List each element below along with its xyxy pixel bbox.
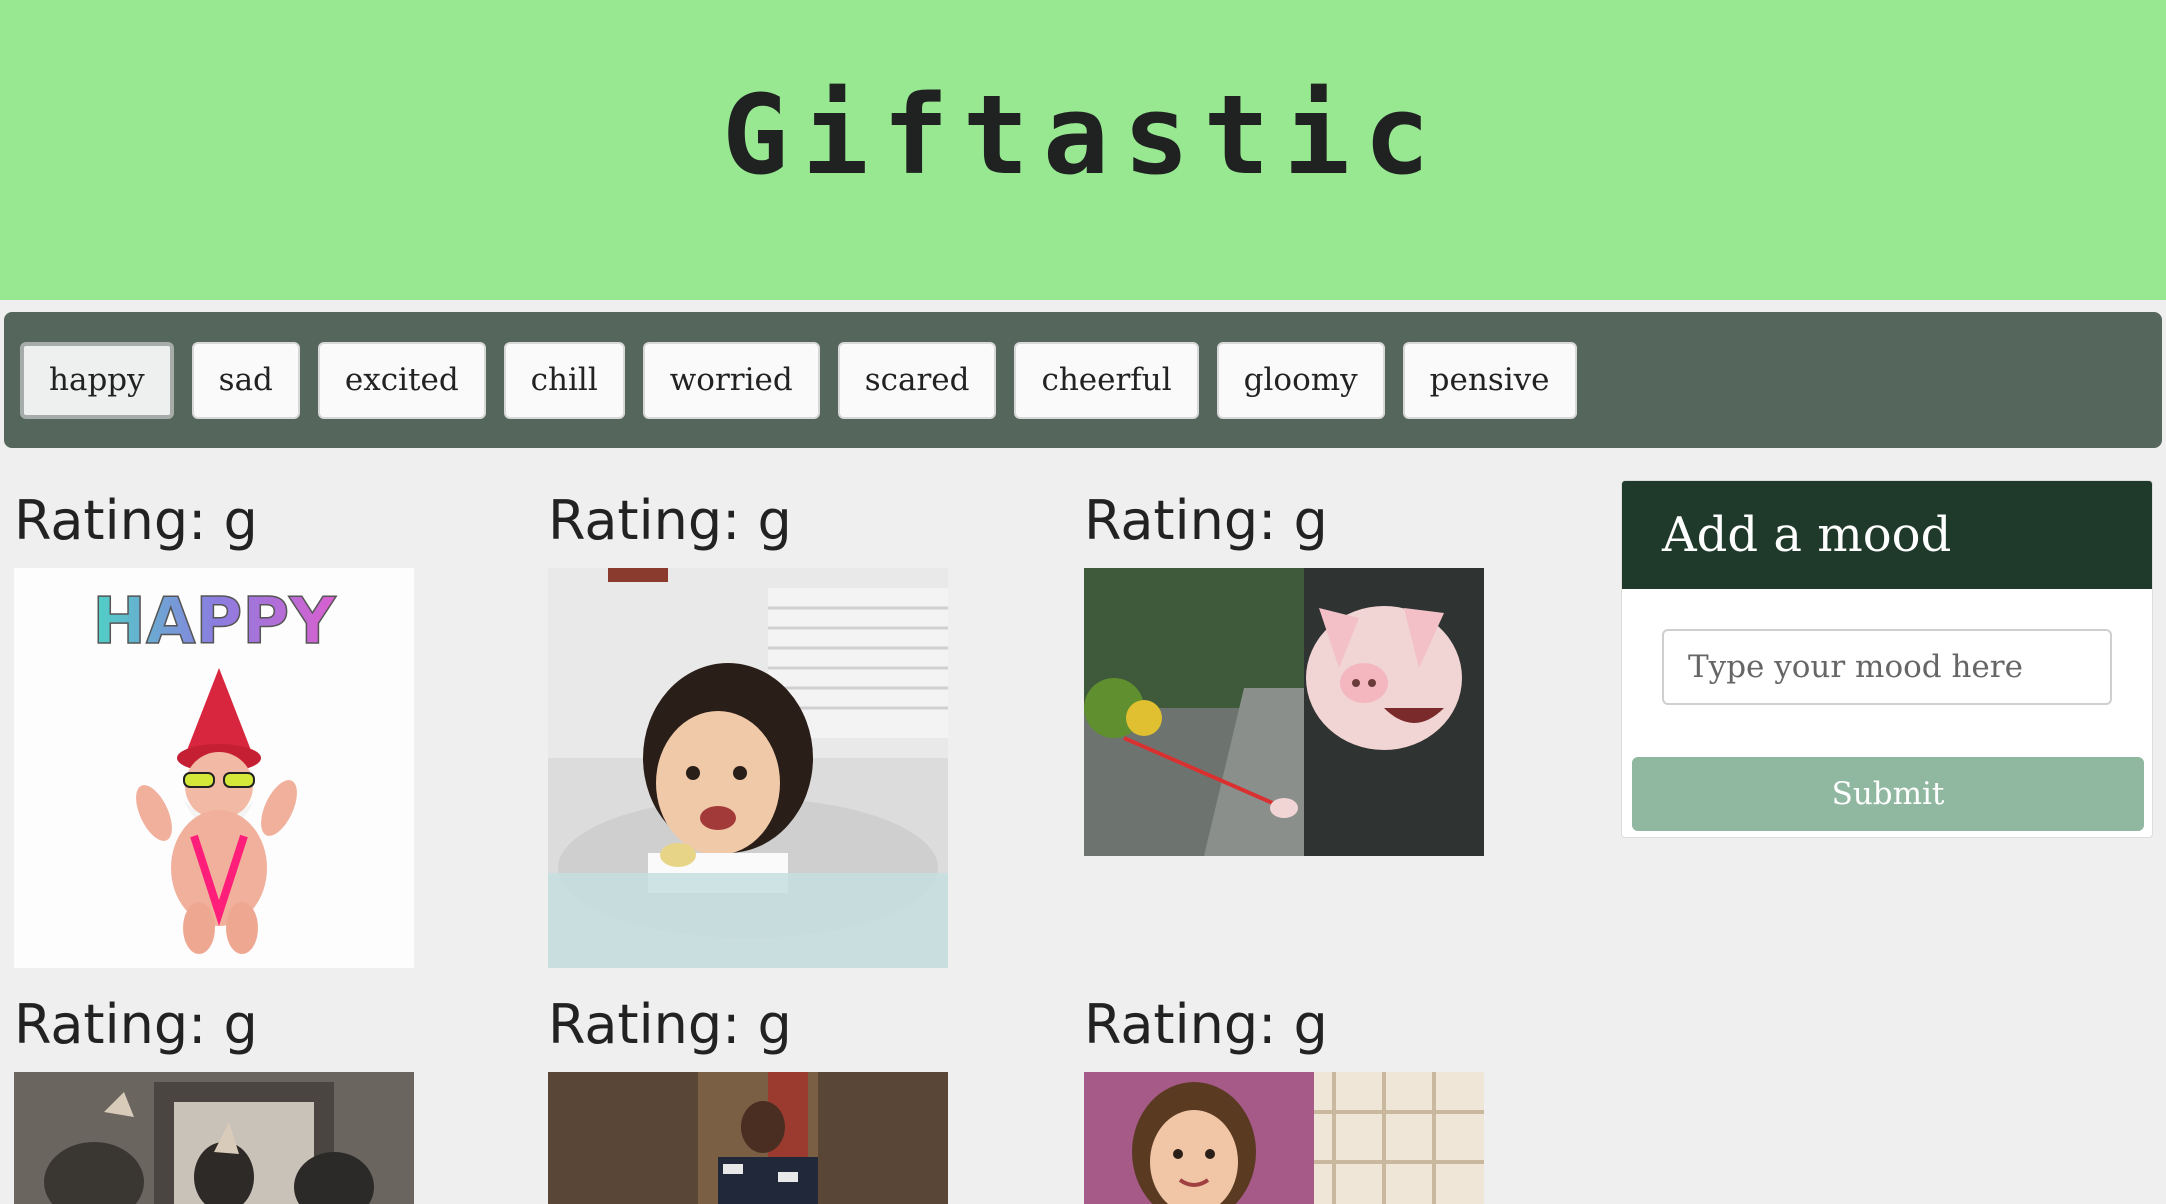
mood-button-scared[interactable]: scared xyxy=(837,341,997,419)
site-header: Giftastic xyxy=(0,0,2166,300)
gif-image-cheering-crowd[interactable] xyxy=(14,1072,414,1204)
mood-button-happy[interactable]: happy xyxy=(20,341,174,419)
mood-button-sad[interactable]: sad xyxy=(191,341,300,419)
gif-image-dancing-gnome[interactable]: HAPPY xyxy=(14,568,414,968)
mood-button-cheerful[interactable]: cheerful xyxy=(1014,341,1199,419)
gif-card: Rating: g xyxy=(14,993,434,1204)
submit-button[interactable]: Submit xyxy=(1632,757,2144,831)
mood-button-pensive[interactable]: pensive xyxy=(1402,341,1577,419)
gif-image-man-dancing[interactable] xyxy=(548,1072,948,1204)
gif-image-little-girl[interactable] xyxy=(1084,1072,1484,1204)
gif-card: Rating: g HAPPY xyxy=(14,489,434,968)
gif-caption: HAPPY xyxy=(92,585,336,659)
gif-card: Rating: g xyxy=(548,993,968,1204)
add-mood-panel: Add a mood Submit xyxy=(1621,480,2153,838)
gif-rating: Rating: g xyxy=(548,993,792,1056)
gif-card: Rating: g xyxy=(1084,993,1504,1204)
gif-rating: Rating: g xyxy=(14,489,258,552)
site-title: Giftastic xyxy=(721,71,1445,199)
gif-image-pig-out-car-window[interactable] xyxy=(1084,568,1484,856)
mood-button-worried[interactable]: worried xyxy=(642,341,820,419)
mood-button-chill[interactable]: chill xyxy=(503,341,625,419)
gif-rating: Rating: g xyxy=(548,489,792,552)
gif-rating: Rating: g xyxy=(1084,993,1328,1056)
gif-card: Rating: g xyxy=(548,489,968,968)
gif-rating: Rating: g xyxy=(14,993,258,1056)
mood-button-bar: happy sad excited chill worried scared c… xyxy=(4,312,2162,448)
gif-rating: Rating: g xyxy=(1084,489,1328,552)
gif-card: Rating: g xyxy=(1084,489,1504,856)
gif-image-smiling-toddler[interactable] xyxy=(548,568,948,968)
add-mood-title: Add a mood xyxy=(1622,481,2152,589)
mood-button-excited[interactable]: excited xyxy=(317,341,486,419)
mood-button-gloomy[interactable]: gloomy xyxy=(1216,341,1385,419)
mood-input[interactable] xyxy=(1662,629,2112,705)
